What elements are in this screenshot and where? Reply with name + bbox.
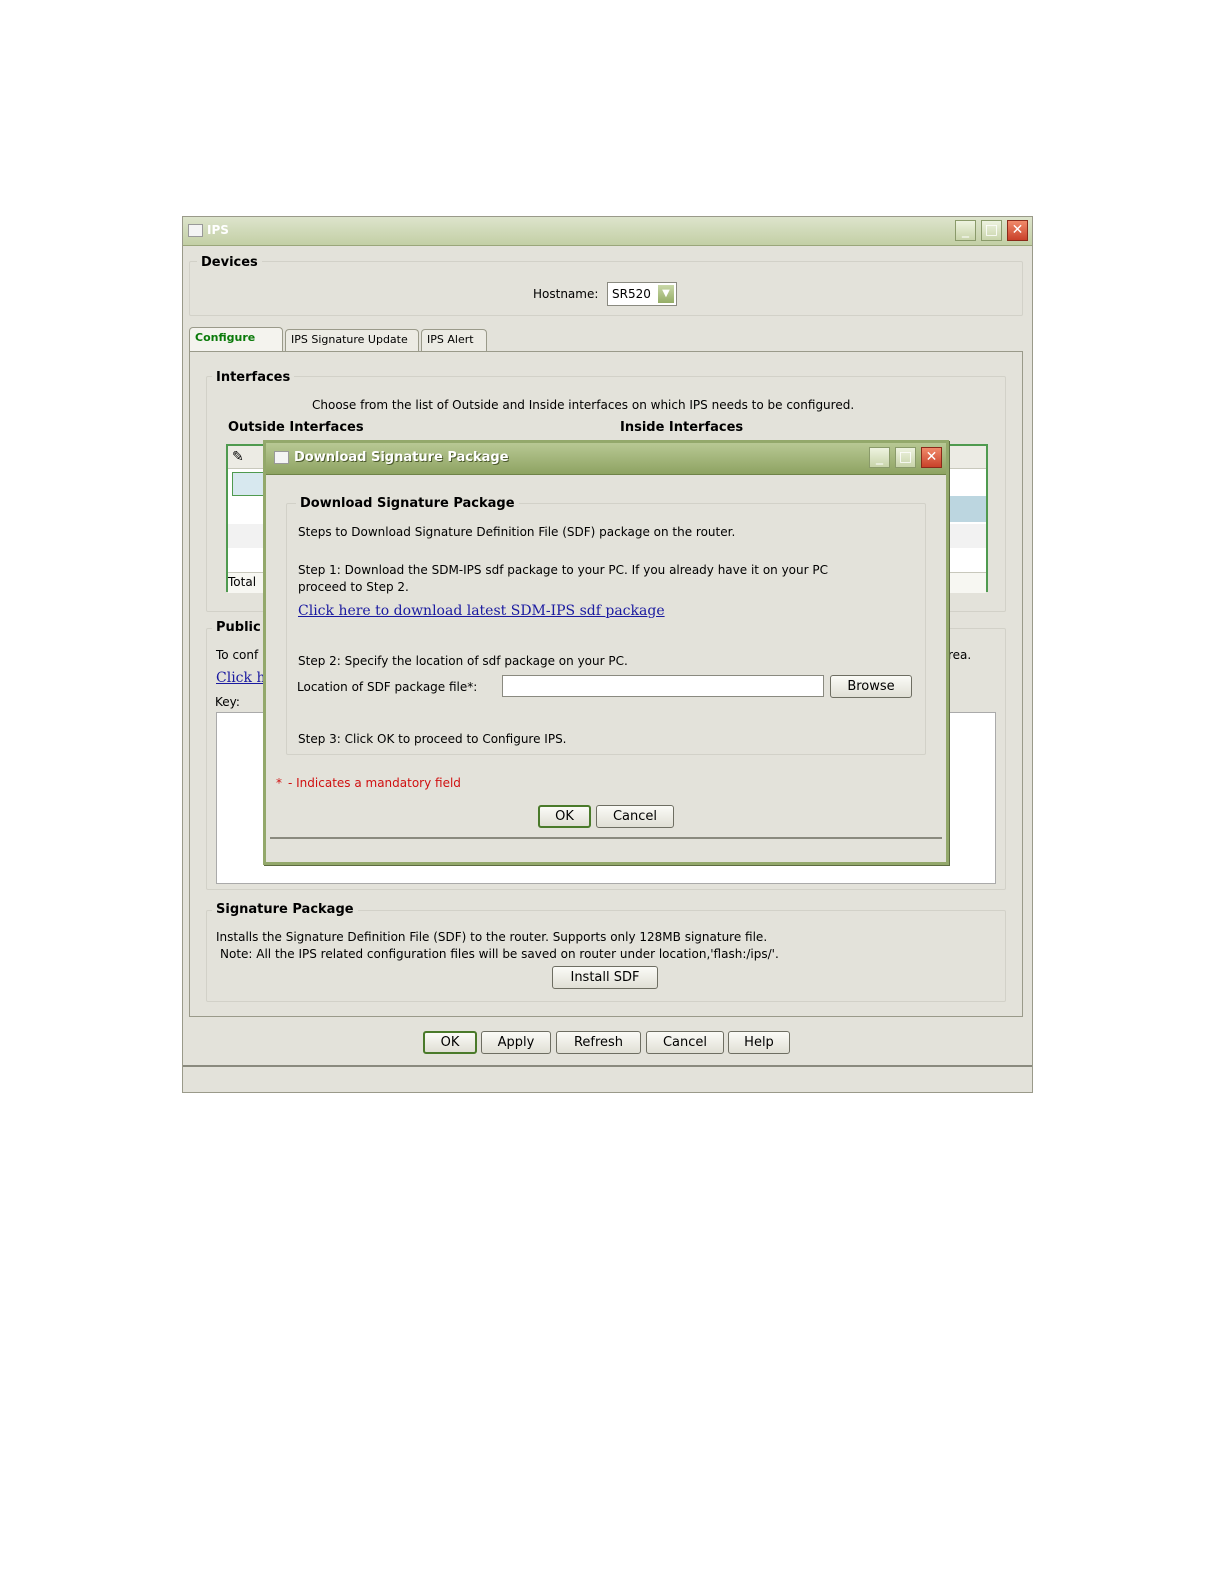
tab-configure-ips[interactable]: Configure IPS [189, 327, 283, 364]
tab-ips-alert[interactable]: IPS Alert [421, 329, 487, 351]
dialog-ok-button[interactable]: OK [538, 805, 591, 828]
window-title: IPS [207, 223, 229, 237]
signature-package-desc: Installs the Signature Definition File (… [216, 930, 768, 944]
hostname-label: Hostname: [533, 287, 599, 301]
public-key-link[interactable]: Click h [216, 670, 265, 686]
maximize-icon[interactable]: □ [981, 220, 1002, 241]
interfaces-label: Interfaces [212, 370, 295, 385]
help-button[interactable]: Help [728, 1031, 790, 1054]
refresh-button[interactable]: Refresh [556, 1031, 641, 1054]
apply-button[interactable]: Apply [481, 1031, 551, 1054]
status-bar [183, 1068, 1032, 1092]
window-icon [188, 224, 203, 237]
public-key-label: Public [212, 620, 265, 635]
mandatory-note: - Indicates a mandatory field [288, 776, 461, 790]
dialog-window-icon [274, 451, 289, 464]
ok-button[interactable]: OK [423, 1031, 477, 1054]
dialog-minimize-icon[interactable]: _ [869, 447, 890, 468]
download-sdf-link[interactable]: Click here to download latest SDM-IPS sd… [298, 603, 665, 619]
interfaces-instruction: Choose from the list of Outside and Insi… [312, 398, 855, 412]
close-icon[interactable]: ✕ [1007, 220, 1028, 241]
dialog-intro: Steps to Download Signature Definition F… [298, 525, 736, 539]
sdf-location-input[interactable] [502, 675, 824, 697]
total-label: Total [228, 575, 257, 589]
public-key-instruction: To conf [216, 648, 259, 662]
mandatory-star: * [276, 776, 282, 790]
outside-interfaces-label: Outside Interfaces [224, 420, 368, 435]
chevron-down-icon[interactable]: ▼ [658, 285, 674, 303]
dialog-titlebar[interactable]: Download Signature Package _ □ ✕ [266, 443, 946, 475]
cancel-button[interactable]: Cancel [646, 1031, 724, 1054]
dialog-close-icon[interactable]: ✕ [921, 447, 942, 468]
download-signature-dialog: Download Signature Package _ □ ✕ Downloa… [263, 440, 949, 865]
tab-ips-signature-update[interactable]: IPS Signature Update [285, 329, 419, 351]
step1-text-continued: proceed to Step 2. [298, 580, 409, 594]
signature-package-note: Note: All the IPS related configuration … [220, 947, 779, 961]
dialog-cancel-button[interactable]: Cancel [596, 805, 674, 828]
dialog-title: Download Signature Package [294, 450, 509, 465]
step1-text: Step 1: Download the SDM-IPS sdf package… [298, 563, 828, 577]
minimize-icon[interactable]: _ [955, 220, 976, 241]
dialog-maximize-icon[interactable]: □ [895, 447, 916, 468]
location-label: Location of SDF package file*: [297, 680, 478, 694]
edit-pencil-icon[interactable]: ✎ [232, 449, 244, 465]
browse-button[interactable]: Browse [830, 675, 912, 698]
signature-package-label: Signature Package [212, 902, 358, 917]
step2-text: Step 2: Specify the location of sdf pack… [298, 654, 628, 668]
window-titlebar[interactable]: IPS _ □ ✕ [183, 217, 1032, 246]
install-sdf-button[interactable]: Install SDF [552, 966, 658, 989]
status-divider [183, 1065, 1032, 1067]
step3-text: Step 3: Click OK to proceed to Configure… [298, 732, 567, 746]
dialog-group-label: Download Signature Package [296, 496, 519, 511]
hostname-select[interactable]: SR520 ▼ [607, 282, 677, 306]
inside-interfaces-label: Inside Interfaces [616, 420, 748, 435]
key-label: Key: [215, 695, 240, 709]
dialog-steps-group [286, 503, 926, 755]
devices-label: Devices [197, 255, 262, 270]
devices-group [189, 261, 1023, 316]
dialog-status-divider [270, 837, 942, 839]
hostname-value: SR520 [612, 287, 651, 301]
public-key-instruction-tail: rea. [948, 648, 972, 662]
